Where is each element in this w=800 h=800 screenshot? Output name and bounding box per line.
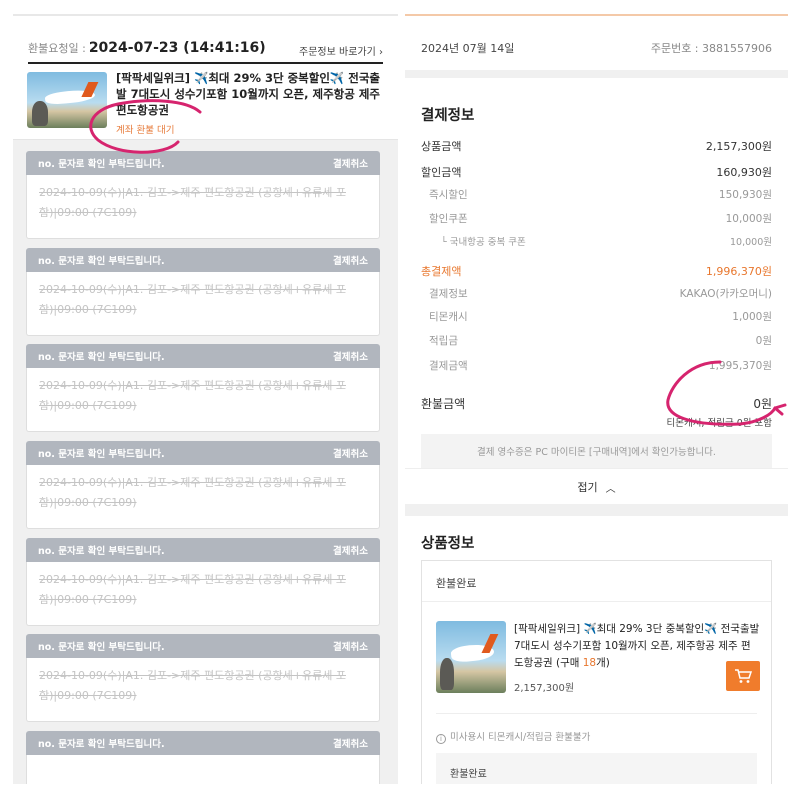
ticket-header: no. 문자로 확인 부탁드립니다. (38, 739, 165, 750)
refund-warning: i 미사용시 티몬캐시/적립금 환불불가 (436, 729, 590, 744)
refund-complete-label: 환불완료 (436, 577, 477, 590)
ticket-card: no. 문자로 확인 부탁드립니다. 결제취소 2024-10-09(수)|A1.… (26, 538, 380, 626)
payment-row: 할인금액 160,930원 (421, 166, 772, 179)
order-date: 2024년 07월 14일 (421, 42, 515, 55)
ticket-card: no. 문자로 확인 부탁드립니다. 결제취소 2024-10-09(수)|A1.… (26, 151, 380, 239)
refund-request-panel: 환불요청일 :2024-07-23 (14:41:16) 주문정보 바로가기 ›… (13, 14, 398, 784)
cart-icon (735, 669, 752, 683)
product-thumbnail (27, 72, 107, 128)
payment-row: 티몬캐시 1,000원 (429, 311, 772, 323)
cancel-payment-button[interactable]: 결제취소 (333, 446, 368, 460)
ticket-header: no. 문자로 확인 부탁드립니다. (38, 546, 165, 557)
payment-row: 결제금액 1,995,370원 (429, 360, 772, 372)
ticket-detail: 2024-10-09(수)|A1. 김포->제주 편도항공권 (공항세+유류세 … (26, 562, 380, 626)
cancel-payment-button[interactable]: 결제취소 (333, 349, 368, 363)
product-title: [팍팍세일위크] ✈️최대 29% 3단 중복할인✈️ 전국출발 7대도시 성수… (514, 623, 760, 669)
order-info-shortcut-link[interactable]: 주문정보 바로가기 › (299, 43, 383, 58)
ticket-card: no. 문자로 확인 부탁드립니다. 결제취소 2024-10-09(수)|A1.… (26, 441, 380, 529)
refund-request-date: 환불요청일 :2024-07-23 (14:41:16) (28, 40, 266, 56)
ticket-card: no. 문자로 확인 부탁드립니다. 결제취소 (26, 731, 380, 784)
payment-row: 즉시할인 150,930원 (429, 189, 772, 201)
product-price: 2,157,300원 (514, 683, 575, 694)
ticket-card: no. 문자로 확인 부탁드립니다. 결제취소 2024-10-09(수)|A1.… (26, 344, 380, 432)
chevron-right-icon: › (379, 47, 383, 58)
ticket-detail: 2024-10-09(수)|A1. 김포->제주 편도항공권 (공항세+유류세 … (26, 175, 380, 239)
fold-label: 접기 (577, 481, 598, 494)
order-number: 주문번호 : 3881557906 (650, 42, 772, 55)
info-icon: i (436, 734, 446, 744)
payment-info-title: 결제정보 (421, 108, 475, 124)
ticket-card: no. 문자로 확인 부탁드립니다. 결제취소 2024-10-09(수)|A1.… (26, 634, 380, 722)
ticket-header: no. 문자로 확인 부탁드립니다. (38, 449, 165, 460)
ticket-header: no. 문자로 확인 부탁드립니다. (38, 256, 165, 267)
payment-info-section: 결제정보 상품금액 2,157,300원 할인금액 160,930원 즉시할인 150… (405, 78, 788, 470)
cancel-payment-button[interactable]: 결제취소 (333, 736, 368, 750)
cancel-payment-button[interactable]: 결제취소 (333, 156, 368, 170)
order-detail-panel: 2024년 07월 14일 주문번호 : 3881557906 결제정보 상품금액… (405, 14, 788, 784)
refund-complete-box: 환불완료 (436, 753, 757, 784)
ticket-detail: 2024-10-09(수)|A1. 김포->제주 편도항공권 (공항세+유류세 … (26, 368, 380, 432)
receipt-note: 결제 영수증은 PC 마이티몬 [구매내역]에서 확인가능합니다. (421, 434, 772, 468)
cancel-payment-button[interactable]: 결제취소 (333, 639, 368, 653)
product-box: 환불완료 [팍팍세일위크] ✈️최대 29% 3단 중복할인✈️ 전국출발 7대… (421, 560, 772, 784)
cart-button[interactable] (726, 661, 760, 691)
refund-note: 티몬캐시, 적립금 0원 포함 (666, 418, 772, 429)
payment-row: 상품금액 2,157,300원 (421, 140, 772, 153)
payment-row-total: 총결제액 1,996,370원 (421, 265, 772, 278)
refund-status: 계좌 환불 대기 (116, 125, 175, 136)
payment-row: 적립금 0원 (429, 335, 772, 347)
payment-row: └ 국내항공 중복 쿠폰 10,000원 (441, 237, 772, 248)
ticket-detail (26, 755, 380, 784)
chevron-up-icon: ︿ (605, 483, 616, 495)
ticket-header: no. 문자로 확인 부탁드립니다. (38, 352, 165, 363)
product-info-title: 상품정보 (421, 536, 475, 552)
ticket-card: no. 문자로 확인 부탁드립니다. 결제취소 2024-10-09(수)|A1.… (26, 248, 380, 336)
ticket-detail: 2024-10-09(수)|A1. 김포->제주 편도항공권 (공항세+유류세 … (26, 658, 380, 722)
refund-amount-row: 환불금액 0원 (421, 397, 772, 411)
product-thumbnail (436, 621, 506, 693)
cancel-payment-button[interactable]: 결제취소 (333, 543, 368, 557)
purchase-count: 18 (582, 657, 597, 669)
ticket-header: no. 문자로 확인 부탁드립니다. (38, 642, 165, 653)
product-info-section: 상품정보 환불완료 [팍팍세일위크] ✈️최대 29% 3단 중복할인✈️ 전국… (405, 516, 788, 784)
ticket-detail: 2024-10-09(수)|A1. 김포->제주 편도항공권 (공항세+유류세 … (26, 272, 380, 336)
ticket-header: no. 문자로 확인 부탁드립니다. (38, 159, 165, 170)
product-title: [팍팍세일위크] ✈️최대 29% 3단 중복할인✈️ 전국출발 7대도시 성수… (116, 71, 380, 117)
refund-header: 환불요청일 :2024-07-23 (14:41:16) 주문정보 바로가기 ›… (13, 16, 398, 140)
payment-row: 할인쿠폰 10,000원 (429, 213, 772, 225)
ticket-detail: 2024-10-09(수)|A1. 김포->제주 편도항공권 (공항세+유류세 … (26, 465, 380, 529)
order-header: 2024년 07월 14일 주문번호 : 3881557906 (405, 16, 788, 70)
payment-row: 결제정보 KAKAO(카카오머니) (429, 288, 772, 300)
fold-toggle[interactable]: 접기 ︿ (405, 468, 788, 504)
cancel-payment-button[interactable]: 결제취소 (333, 253, 368, 267)
